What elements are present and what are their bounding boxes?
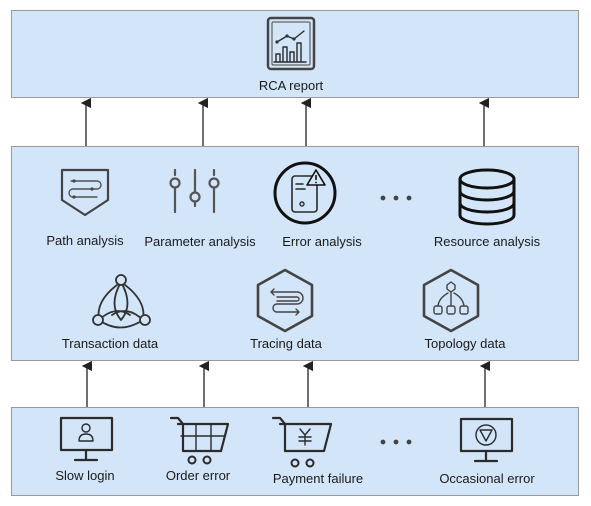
occasional-error-label: Occasional error <box>439 471 535 486</box>
tracing-data-label: Tracing data <box>250 336 323 351</box>
order-error-label: Order error <box>166 468 231 483</box>
error-analysis-label: Error analysis <box>282 234 362 249</box>
path-analysis-label: Path analysis <box>46 233 124 248</box>
rca-diagram: RCA report Path analysis Parameter analy… <box>11 10 579 496</box>
analysis-panel <box>11 146 579 361</box>
payment-failure-label: Payment failure <box>273 471 363 486</box>
topology-data-label: Topology data <box>425 336 507 351</box>
rca-report-label: RCA report <box>259 78 324 93</box>
resource-analysis-label: Resource analysis <box>434 234 541 249</box>
slow-login-label: Slow login <box>55 468 114 483</box>
arrows-to-analysis <box>81 360 491 407</box>
transaction-data-label: Transaction data <box>62 336 159 351</box>
arrows-to-report <box>80 97 490 146</box>
parameter-analysis-label: Parameter analysis <box>144 234 256 249</box>
